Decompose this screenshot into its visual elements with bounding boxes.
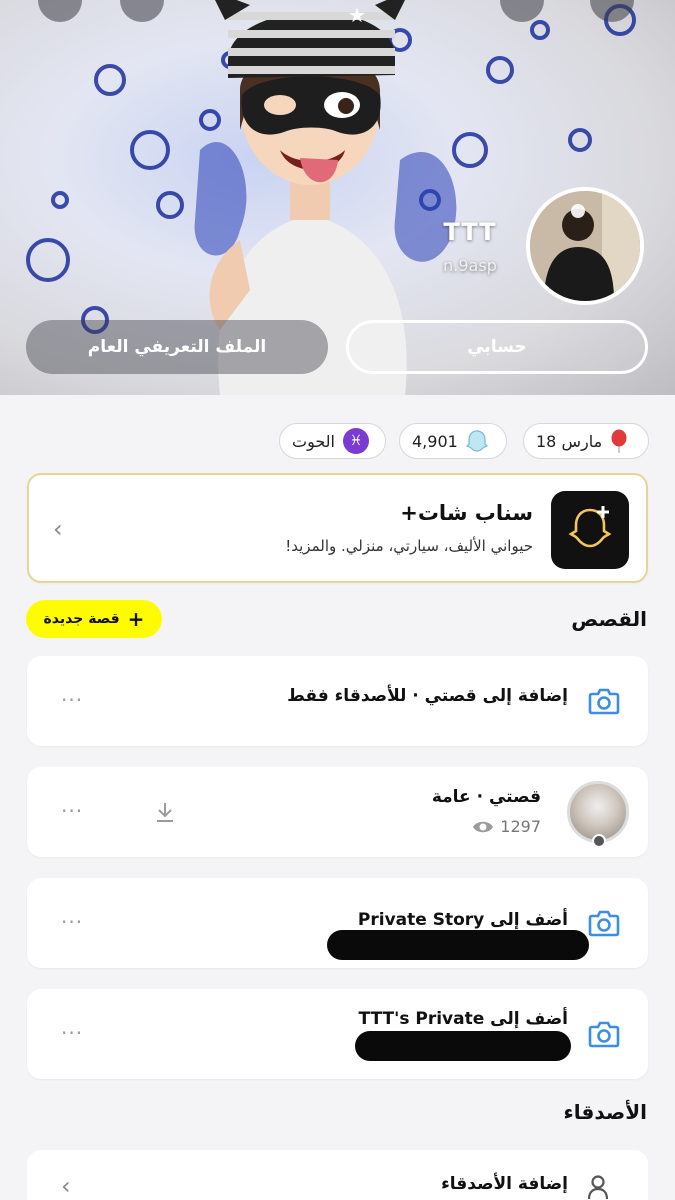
snap-score-chip[interactable]: 4,901 xyxy=(399,423,507,459)
add-friends-label: إضافة الأصدقاء xyxy=(441,1174,568,1194)
new-story-label: قصة جديدة xyxy=(43,611,120,627)
story-item-public[interactable]: قصتي · عامة 1297 ··· xyxy=(27,767,648,857)
profile-header: ★ TTT n.9asp حسابي الملف التعريفي العام xyxy=(0,0,675,395)
story-views: 1297 xyxy=(472,817,541,836)
camera-icon xyxy=(588,688,620,715)
new-story-button[interactable]: قصة جديدة + xyxy=(26,600,162,638)
chevron-left-icon: ‹ xyxy=(53,515,63,543)
birthday-chip[interactable]: 18 مارس xyxy=(523,423,649,459)
story-item-private-story[interactable]: أضف إلى Private Story ··· xyxy=(27,878,648,968)
story-item-ttt-private[interactable]: أضف إلى TTT's Private ··· xyxy=(27,989,648,1079)
download-icon[interactable] xyxy=(153,800,177,824)
public-globe-icon xyxy=(592,834,606,848)
snapchat-plus-logo-icon xyxy=(551,491,629,569)
zodiac-text: الحوت xyxy=(292,431,335,451)
stories-section-title: القصص xyxy=(571,607,647,631)
story-label: إضافة إلى قصتي · للأصدقاء فقط xyxy=(287,686,568,706)
more-options-icon[interactable]: ··· xyxy=(61,688,83,712)
svg-text:★: ★ xyxy=(348,3,366,27)
story-item-friends-only[interactable]: إضافة إلى قصتي · للأصدقاء فقط ··· xyxy=(27,656,648,746)
views-count: 1297 xyxy=(500,817,541,836)
snapchat-plus-title: سناب شات+ xyxy=(400,501,533,525)
add-friend-icon xyxy=(588,1175,609,1200)
plus-icon: + xyxy=(127,607,145,631)
zodiac-chip[interactable]: الحوت ♓ xyxy=(279,423,386,459)
snapchat-plus-subtitle: حيواني الأليف، سيارتي، منزلي. والمزيد! xyxy=(285,537,533,555)
more-options-icon[interactable]: ··· xyxy=(61,1021,83,1045)
username: n.9asp xyxy=(443,256,497,275)
my-account-tab[interactable]: حسابي xyxy=(346,320,648,374)
chevron-left-icon: ‹ xyxy=(61,1172,71,1200)
story-label: أضف إلى Private Story xyxy=(357,910,568,930)
story-label: قصتي · عامة xyxy=(431,787,541,807)
person-photo-silhouette xyxy=(530,191,640,301)
friends-section-title: الأصدقاء xyxy=(563,1100,647,1124)
story-label: أضف إلى TTT's Private xyxy=(358,1009,568,1029)
redaction-mark xyxy=(327,930,589,960)
camera-icon xyxy=(588,1021,620,1048)
display-name: TTT xyxy=(443,218,497,246)
pisces-icon: ♓ xyxy=(342,428,369,454)
story-thumbnail[interactable] xyxy=(567,781,629,848)
profile-photo[interactable] xyxy=(526,187,644,305)
snap-score-text: 4,901 xyxy=(412,431,458,451)
more-options-icon[interactable]: ··· xyxy=(61,910,83,934)
camera-icon xyxy=(588,910,620,937)
add-friends-row[interactable]: إضافة الأصدقاء ‹ xyxy=(27,1150,648,1200)
snapchat-plus-card[interactable]: سناب شات+ حيواني الأليف، سيارتي، منزلي. … xyxy=(27,473,648,583)
public-profile-tab[interactable]: الملف التعريفي العام xyxy=(26,320,328,374)
redaction-mark xyxy=(355,1031,571,1061)
ghost-icon xyxy=(465,430,488,452)
eye-icon xyxy=(473,821,494,832)
birthday-text: 18 مارس xyxy=(536,431,603,451)
more-options-icon[interactable]: ··· xyxy=(61,799,83,823)
balloon-icon xyxy=(611,429,627,453)
